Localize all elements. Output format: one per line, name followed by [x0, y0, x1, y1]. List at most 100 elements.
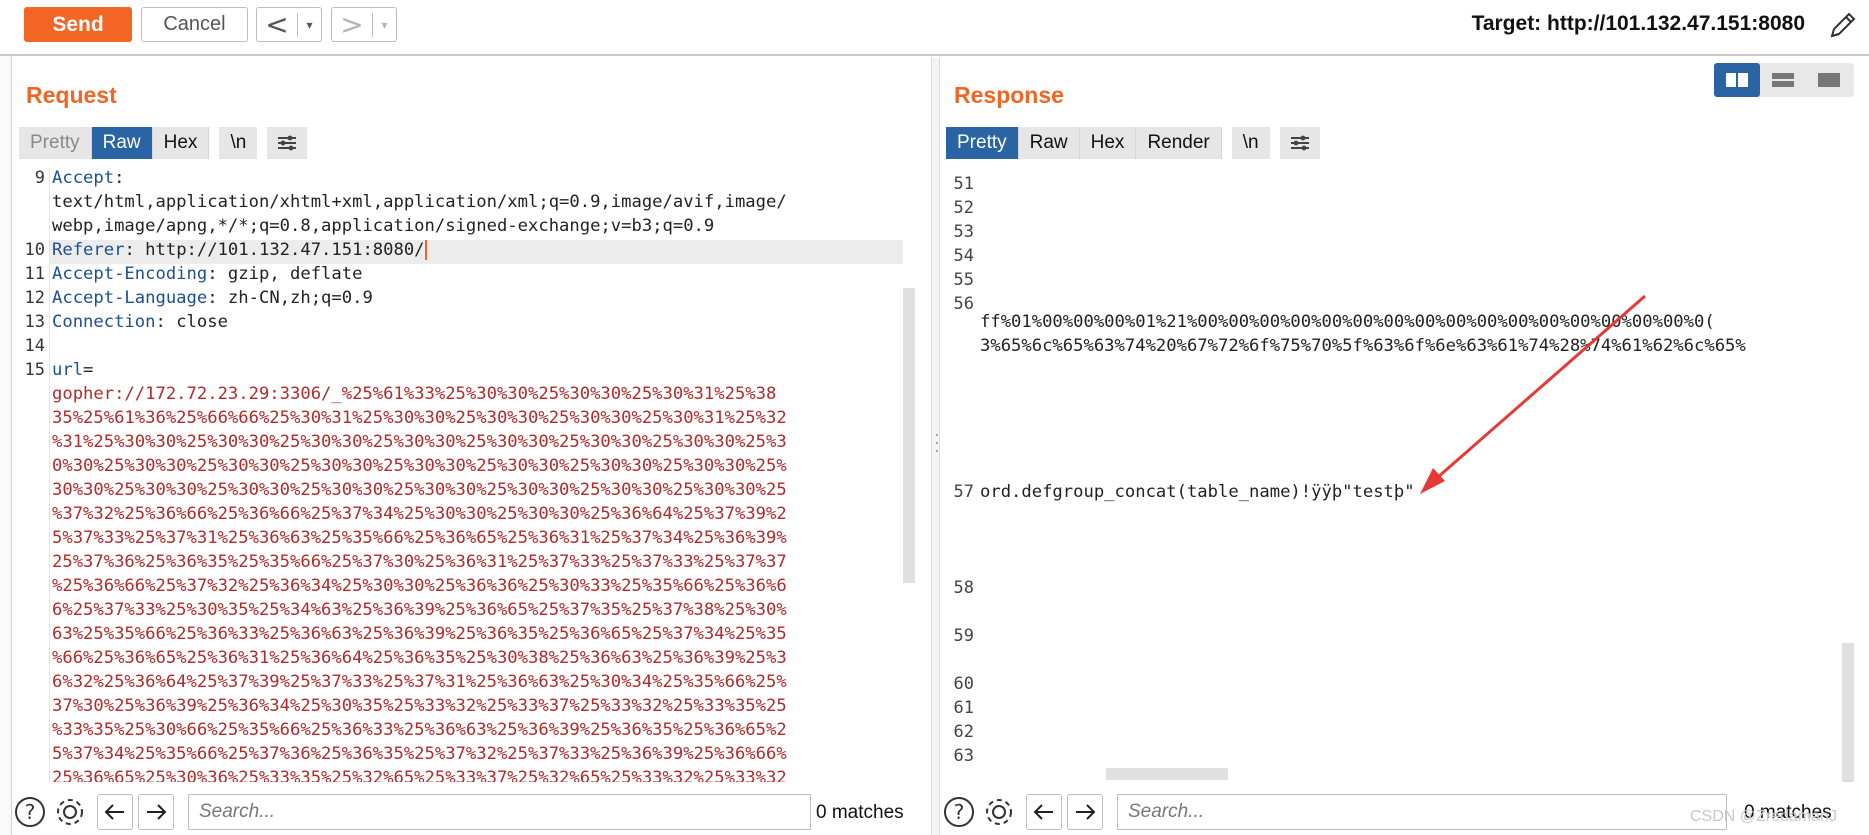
header-line: Accept-Encoding: gzip, deflate	[52, 264, 363, 284]
response-code[interactable]: ff%01%00%00%00%01%21%00%00%00%00%00%00%0…	[978, 168, 1854, 782]
arrow-right-icon	[1076, 804, 1096, 820]
line-number: 61	[953, 698, 974, 718]
options-icon[interactable]	[267, 127, 308, 159]
response-line: ff%01%00%00%00%01%21%00%00%00%00%00%00%0…	[980, 312, 1715, 332]
response-editor[interactable]: 51 52 53 54 55 56 57 58 59 60 61 62 63 f…	[940, 168, 1854, 782]
line-number: 9	[34, 168, 45, 188]
body-value-line: 35%25%61%36%25%66%66%25%30%31%25%30%30%2…	[52, 408, 787, 428]
line-number-gutter: 9 10 11 12 13 14 15	[13, 168, 49, 782]
body-value-line: 30%30%25%30%30%25%30%30%25%30%30%25%30%3…	[52, 480, 787, 500]
arrow-right-icon	[147, 804, 167, 820]
body-value-line: 5%37%33%25%37%31%25%36%63%25%35%66%25%36…	[52, 528, 787, 548]
response-panel: Response Pretty Raw Hex Render \n 51 52 …	[940, 58, 1869, 835]
options-icon[interactable]	[1279, 127, 1320, 159]
request-search-bar: ? 0 matches	[13, 789, 931, 835]
tab-hex[interactable]: Hex	[1079, 127, 1137, 159]
tab-pretty[interactable]: Pretty	[946, 127, 1019, 159]
response-tabs: Pretty Raw Hex Render \n	[946, 127, 1320, 159]
request-search-input[interactable]	[188, 794, 811, 830]
vertical-scrollbar[interactable]	[1842, 643, 1854, 782]
response-line: 3%65%6c%65%63%74%20%67%72%6f%75%70%5f%63…	[980, 336, 1746, 356]
line-number: 63	[953, 746, 974, 766]
request-panel: Request Pretty Raw Hex \n 9 10 11 12 13 …	[13, 58, 931, 835]
body-value-line: 37%30%25%36%39%25%36%34%25%30%35%25%33%3…	[52, 696, 787, 716]
body-value-line: 0%30%25%30%30%25%30%30%25%30%30%25%30%30…	[52, 456, 787, 476]
body-value-line: 25%36%65%25%30%36%25%33%35%25%32%65%25%3…	[52, 768, 787, 782]
search-next-button[interactable]	[1067, 794, 1103, 830]
response-search-input[interactable]	[1117, 794, 1727, 830]
line-number: 55	[953, 270, 974, 290]
line-number: 54	[953, 246, 974, 266]
panel-splitter[interactable]: · · ·	[931, 58, 940, 835]
line-number: 52	[953, 198, 974, 218]
watermark: CSDN @ZredamanJ	[1690, 808, 1837, 825]
request-match-count: 0 matches	[816, 802, 904, 823]
body-value-line: 5%37%34%25%35%66%25%37%36%25%36%35%25%37…	[52, 744, 787, 764]
help-icon[interactable]: ?	[942, 795, 976, 829]
send-button[interactable]: Send	[24, 7, 132, 42]
request-code[interactable]: Accept: text/html,application/xhtml+xml,…	[49, 168, 915, 782]
tab-raw[interactable]: Raw	[1018, 127, 1080, 159]
body-value-line: %37%32%25%36%66%25%36%66%25%37%34%25%30%…	[52, 504, 787, 524]
tab-render[interactable]: Render	[1136, 127, 1222, 159]
line-number: 14	[24, 336, 45, 356]
history-back-group[interactable]: < ▾	[256, 7, 322, 42]
search-prev-button[interactable]	[97, 794, 133, 830]
horizontal-scrollbar[interactable]	[1106, 768, 1228, 780]
split-horizontal-icon[interactable]	[1714, 63, 1760, 97]
request-editor[interactable]: 9 10 11 12 13 14 15 Accept: text/html,ap…	[13, 168, 915, 782]
gear-icon[interactable]	[53, 795, 87, 829]
arrow-left-icon	[1033, 804, 1053, 820]
line-number: 58	[953, 578, 974, 598]
tab-hex[interactable]: Hex	[152, 127, 210, 159]
body-value-line: 6%32%25%36%64%25%37%39%25%37%33%25%37%31…	[52, 672, 787, 692]
body-value-line: %25%36%66%25%37%32%25%36%34%25%30%30%25%…	[52, 576, 787, 596]
line-number: 57	[953, 482, 974, 502]
body-value-line: %66%25%36%65%25%36%31%25%36%64%25%36%35%…	[52, 648, 787, 668]
help-icon[interactable]: ?	[13, 795, 47, 829]
chevron-down-icon[interactable]: ▾	[372, 12, 396, 37]
header-line: Referer: http://101.132.47.151:8080/	[52, 240, 427, 260]
tab-raw[interactable]: Raw	[91, 127, 153, 159]
header-line: Accept:	[52, 168, 125, 188]
repeater-toolbar: Send Cancel < ▾ > ▾ Target: http://101.1…	[0, 0, 1869, 56]
header-line: Connection: close	[52, 312, 228, 332]
body-value-line: 6%25%37%33%25%30%35%25%34%63%25%36%39%25…	[52, 600, 787, 620]
line-number: 62	[953, 722, 974, 742]
svg-text:?: ?	[25, 800, 36, 824]
request-title: Request	[26, 82, 117, 108]
search-next-button[interactable]	[138, 794, 174, 830]
line-number: 11	[24, 264, 45, 284]
gear-icon[interactable]	[982, 795, 1016, 829]
body-value-line: 25%37%36%25%36%35%25%35%66%25%37%30%25%3…	[52, 552, 787, 572]
left-edge-bar	[0, 0, 12, 835]
newline-toggle[interactable]: \n	[1231, 127, 1270, 159]
arrow-left-icon	[104, 804, 124, 820]
line-number: 56	[953, 294, 974, 314]
line-number: 10	[24, 240, 45, 260]
line-number: 60	[953, 674, 974, 694]
tab-pretty[interactable]: Pretty	[19, 127, 92, 159]
body-value-line: gopher://172.72.23.29:3306/_%25%61%33%25…	[52, 384, 777, 404]
chevron-right-icon[interactable]: >	[332, 9, 372, 40]
text-caret	[424, 240, 427, 260]
body-value-line: %33%35%25%30%66%25%35%66%25%36%33%25%36%…	[52, 720, 787, 740]
response-line-result: ord.defgroup_concat(table_name)!ÿÿþ"test…	[980, 482, 1415, 502]
body-value-line: %31%25%30%30%25%30%30%25%30%30%25%30%30%…	[52, 432, 787, 452]
cancel-button[interactable]: Cancel	[141, 7, 248, 42]
edit-target-icon[interactable]	[1826, 8, 1860, 42]
line-number: 15	[24, 360, 45, 380]
header-line: Accept-Language: zh-CN,zh;q=0.9	[52, 288, 373, 308]
vertical-scrollbar[interactable]	[903, 288, 915, 583]
single-view-icon[interactable]	[1806, 63, 1852, 97]
header-continuation: text/html,application/xhtml+xml,applicat…	[52, 192, 787, 212]
history-forward-group[interactable]: > ▾	[331, 7, 397, 42]
layout-toggle	[1714, 63, 1854, 97]
split-vertical-icon[interactable]	[1760, 63, 1806, 97]
chevron-down-icon[interactable]: ▾	[297, 12, 321, 37]
line-number-gutter: 51 52 53 54 55 56 57 58 59 60 61 62 63	[940, 168, 976, 782]
search-prev-button[interactable]	[1026, 794, 1062, 830]
newline-toggle[interactable]: \n	[219, 127, 258, 159]
chevron-left-icon[interactable]: <	[257, 9, 297, 40]
body-param-line: url=	[52, 360, 94, 380]
